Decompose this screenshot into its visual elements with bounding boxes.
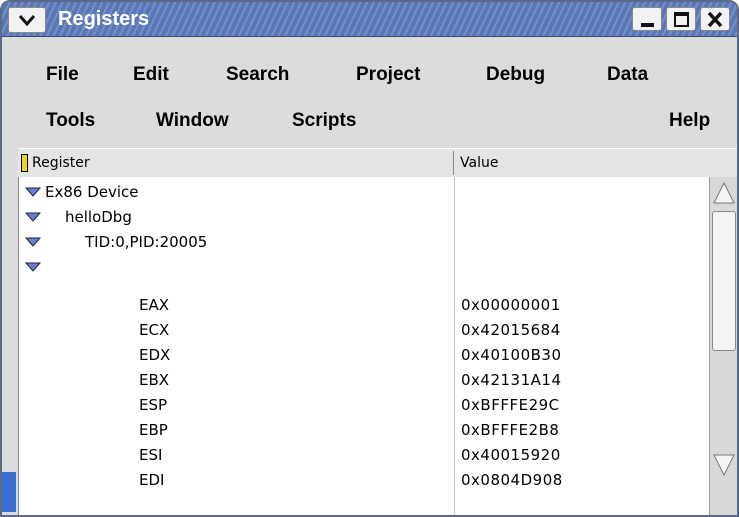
menu-debug[interactable]: Debug [486,64,545,86]
register-name: ECX [139,321,170,339]
register-value[interactable]: 0x00000001 [461,293,561,318]
status-strip [2,472,16,512]
menu-bar: File Edit Search Project Debug Data Tool… [2,37,737,141]
register-tree: Ex86 Device helloDbg TID:0,PID:20005 EAX… [18,177,709,515]
register-value[interactable]: 0xBFFFE29C [461,393,560,418]
left-border [2,177,16,515]
register-value[interactable]: 0x40100B30 [461,343,562,368]
register-value[interactable]: 0x42131A14 [461,368,562,393]
value-column-header[interactable]: Value [460,149,498,177]
column-header: Register Value [18,148,737,178]
register-row[interactable]: ECX 0x42015684 [19,318,709,343]
tree-row-program[interactable]: helloDbg [19,205,709,230]
register-value[interactable]: 0xBFFFE2B8 [461,418,559,443]
register-value[interactable]: 0x40015920 [461,443,561,468]
register-row[interactable]: ESP 0xBFFFE29C [19,393,709,418]
column-resize-handle[interactable] [21,154,28,172]
window-menu-button[interactable] [8,7,46,33]
tree-row-thread[interactable]: TID:0,PID:20005 [19,230,709,255]
scroll-up-arrow-icon[interactable] [712,181,736,205]
register-value[interactable]: 0x0804D908 [461,468,563,493]
column-divider[interactable] [453,151,454,175]
register-row[interactable]: EDI 0x0804D908 [19,468,709,493]
menu-scripts[interactable]: Scripts [292,110,356,132]
tree-row-device[interactable]: Ex86 Device [19,180,709,205]
menu-help[interactable]: Help [669,110,710,132]
register-name: ESP [139,396,168,414]
thread-label: TID:0,PID:20005 [85,233,208,251]
triangle-down-icon[interactable] [25,237,41,247]
register-row[interactable]: EDX 0x40100B30 [19,343,709,368]
register-row[interactable]: EBX 0x42131A14 [19,368,709,393]
maximize-button[interactable] [666,7,696,31]
close-button[interactable] [700,7,730,31]
window-title: Registers [58,8,150,30]
registers-window: Registers File Edit Search Project Debug… [0,0,739,517]
triangle-down-icon[interactable] [25,187,41,197]
maximize-icon [674,12,689,27]
menu-edit[interactable]: Edit [133,64,169,86]
register-name: EDX [139,346,171,364]
register-name: EAX [139,296,170,314]
menu-search[interactable]: Search [226,64,289,86]
tree-row-group[interactable] [19,255,709,280]
title-bar[interactable]: Registers [2,2,737,37]
vertical-scrollbar[interactable] [709,177,737,515]
scroll-down-arrow-icon[interactable] [712,453,736,477]
register-row[interactable]: EBP 0xBFFFE2B8 [19,418,709,443]
minimize-icon [641,23,654,27]
register-name: ESI [139,446,163,464]
register-name: EBP [139,421,168,439]
menu-project[interactable]: Project [356,64,420,86]
menu-tools[interactable]: Tools [46,110,95,132]
chevron-down-icon [18,15,36,27]
register-row[interactable]: ESI 0x40015920 [19,443,709,468]
register-value[interactable]: 0x42015684 [461,318,561,343]
triangle-down-icon[interactable] [25,262,41,272]
menu-window[interactable]: Window [156,110,229,132]
menu-file[interactable]: File [46,64,79,86]
register-name: EBX [139,371,170,389]
scrollbar-thumb[interactable] [712,211,736,351]
menu-data[interactable]: Data [607,64,648,86]
register-row[interactable]: EAX 0x00000001 [19,293,709,318]
register-name: EDI [139,471,165,489]
register-column-header[interactable]: Register [32,149,90,177]
program-label: helloDbg [65,208,132,226]
close-icon [707,11,723,28]
minimize-button[interactable] [632,7,662,31]
device-label: Ex86 Device [45,183,139,201]
triangle-down-icon[interactable] [25,212,41,222]
